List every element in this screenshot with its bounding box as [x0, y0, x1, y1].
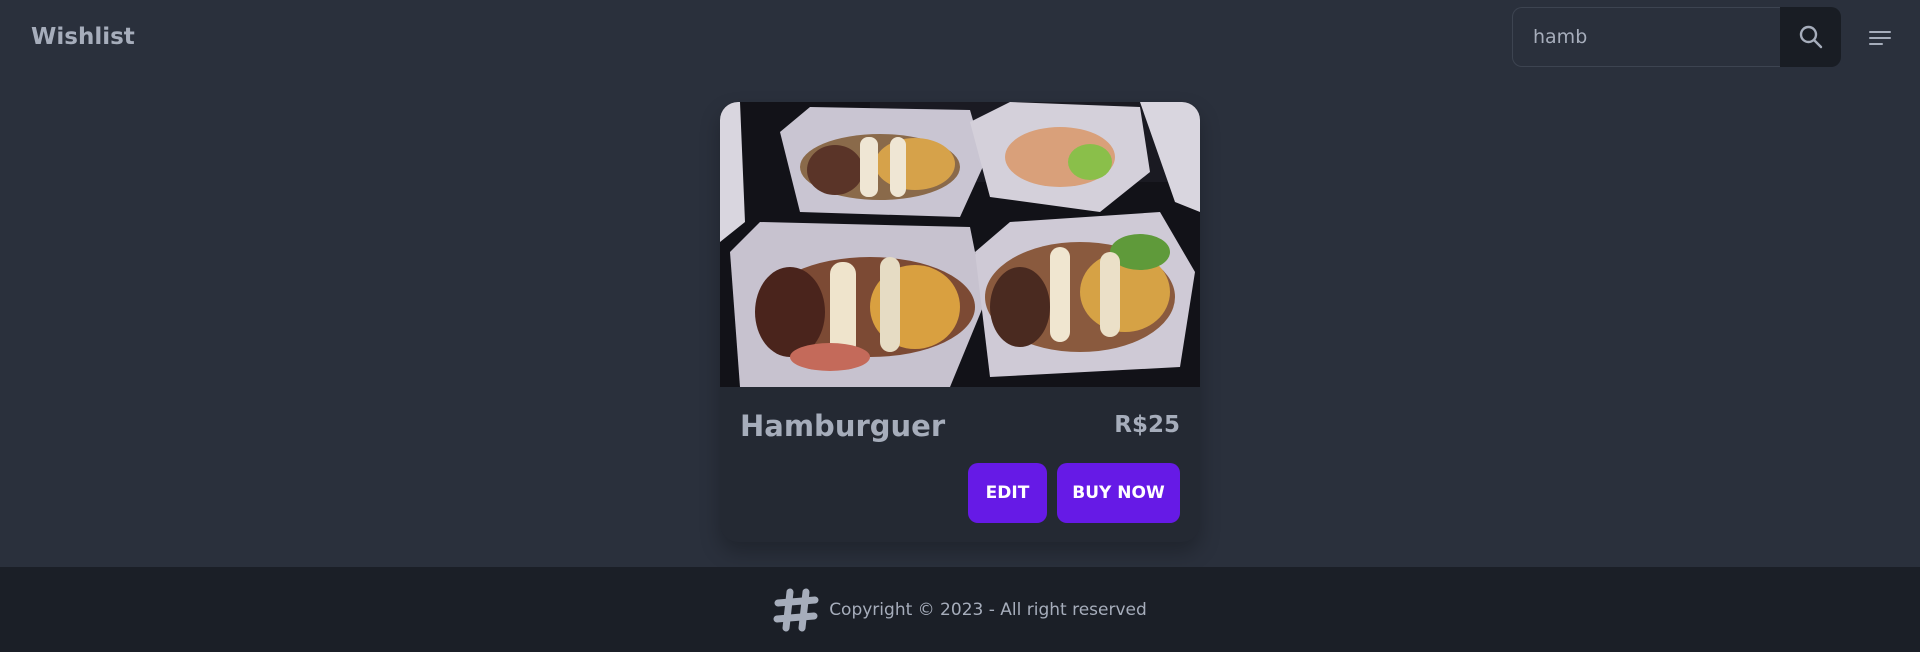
footer-content: Copyright © 2023 - All right reserved: [773, 587, 1147, 633]
copyright-text: Copyright © 2023 - All right reserved: [829, 599, 1147, 620]
search-input[interactable]: [1512, 7, 1780, 67]
card-body: Hamburguer R$25 EDIT BUY NOW: [720, 387, 1200, 542]
product-price: R$25: [1114, 412, 1180, 438]
search-button[interactable]: [1780, 7, 1841, 67]
hash-icon: [773, 587, 819, 633]
search-group: [1512, 7, 1841, 67]
footer: Copyright © 2023 - All right reserved: [0, 567, 1920, 652]
brand-link[interactable]: Wishlist: [31, 20, 135, 54]
product-image: [720, 102, 1200, 387]
edit-button[interactable]: EDIT: [968, 463, 1047, 523]
product-title: Hamburguer: [740, 409, 946, 443]
buy-now-button[interactable]: BUY NOW: [1057, 463, 1180, 523]
navbar: Wishlist: [0, 0, 1920, 78]
product-card: Hamburguer R$25 EDIT BUY NOW: [720, 102, 1200, 542]
menu-lines-icon: [1869, 30, 1891, 46]
search-icon: [1798, 24, 1824, 50]
menu-button[interactable]: [1862, 23, 1898, 53]
